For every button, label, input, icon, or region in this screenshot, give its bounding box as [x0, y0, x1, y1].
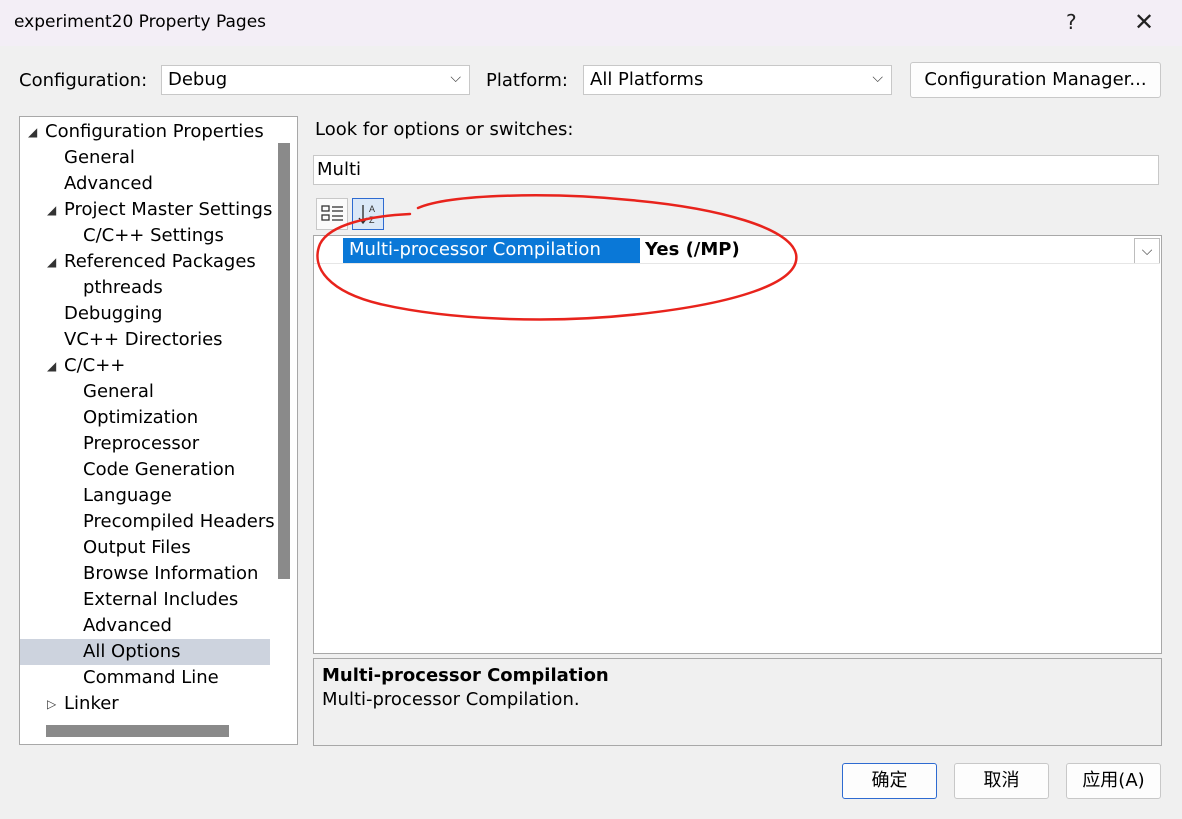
alphabetical-view-button[interactable]: A Z	[352, 198, 384, 230]
categorized-list-icon	[321, 205, 343, 221]
tree-item-label: Language	[83, 485, 172, 506]
apply-button[interactable]: 应用(A)	[1066, 763, 1161, 799]
svg-text:A: A	[369, 204, 375, 214]
svg-text:Z: Z	[369, 215, 375, 225]
platform-value: All Platforms	[590, 69, 704, 90]
cancel-button[interactable]: 取消	[954, 763, 1049, 799]
tree-item-label: Configuration Properties	[45, 121, 264, 142]
description-panel: Multi-processor Compilation Multi-proces…	[313, 658, 1162, 746]
tree-item-label: C/C++	[64, 355, 126, 376]
tree-item-label: Referenced Packages	[64, 251, 256, 272]
tree-item-label: Output Files	[83, 537, 191, 558]
tree-item-label: C/C++ Settings	[83, 225, 224, 246]
categorized-view-button[interactable]	[316, 198, 348, 230]
configuration-select[interactable]: Debug ⌵	[161, 65, 470, 95]
chevron-down-icon: ⌵	[872, 70, 883, 86]
grid-row-divider	[314, 263, 1160, 264]
configuration-label: Configuration:	[19, 70, 148, 91]
tree-item-label: General	[83, 381, 154, 402]
platform-label: Platform:	[486, 70, 568, 91]
window-title: experiment20 Property Pages	[14, 12, 267, 32]
expanded-arrow-icon[interactable]: ◢	[28, 119, 37, 145]
tree-item-label: Preprocessor	[83, 433, 200, 454]
ok-button[interactable]: 确定	[842, 763, 937, 799]
tree-item[interactable]: All Options	[20, 639, 270, 665]
property-grid[interactable]	[313, 235, 1162, 654]
chevron-down-icon: ⌵	[450, 70, 461, 86]
tree-item-label: VC++ Directories	[64, 329, 223, 350]
tree-item-label: pthreads	[83, 277, 163, 298]
property-value-cell[interactable]: Yes (/MP)	[645, 239, 740, 260]
configuration-manager-button[interactable]: Configuration Manager...	[910, 62, 1161, 98]
chevron-down-icon: ⌵	[1141, 243, 1153, 259]
help-button[interactable]: ?	[1066, 10, 1077, 34]
close-button[interactable]: ✕	[1134, 8, 1154, 36]
description-title: Multi-processor Compilation	[322, 665, 609, 686]
search-input[interactable]: Multi	[313, 155, 1159, 185]
tree-item-label: Debugging	[64, 303, 163, 324]
property-value-dropdown[interactable]: ⌵	[1134, 238, 1160, 264]
tree-item-label: Browse Information	[83, 563, 259, 584]
tree-item-label: Advanced	[64, 173, 153, 194]
tree-item-label: All Options	[83, 641, 181, 662]
tree-item-label: Advanced	[83, 615, 172, 636]
collapsed-arrow-icon[interactable]: ▷	[47, 691, 56, 717]
tree-item-label: Precompiled Headers	[83, 511, 275, 532]
tree-vertical-scrollbar[interactable]	[278, 143, 290, 579]
tree-item-label: Code Generation	[83, 459, 236, 480]
property-tree[interactable]: ◢ Configuration Properties General Advanced…	[19, 116, 298, 745]
expanded-arrow-icon[interactable]: ◢	[47, 353, 56, 379]
tree-item-label: General	[64, 147, 135, 168]
expanded-arrow-icon[interactable]: ◢	[47, 197, 56, 223]
search-label: Look for options or switches:	[315, 119, 574, 140]
sort-alphabetical-icon: A Z	[358, 204, 375, 225]
tree-item-label: Optimization	[83, 407, 199, 428]
tree-item-label: Project Master Settings	[64, 199, 273, 220]
expanded-arrow-icon[interactable]: ◢	[47, 249, 56, 275]
tree-item-label: Linker	[64, 693, 119, 714]
description-text: Multi-processor Compilation.	[322, 689, 580, 710]
title-bar: experiment20 Property Pages ? ✕	[0, 0, 1182, 46]
tree-horizontal-scrollbar[interactable]	[46, 725, 229, 737]
platform-select[interactable]: All Platforms ⌵	[583, 65, 892, 95]
property-name-cell[interactable]: Multi-processor Compilation	[343, 238, 640, 264]
tree-item-label: Command Line	[83, 667, 219, 688]
tree-item-label: External Includes	[83, 589, 239, 610]
configuration-value: Debug	[168, 69, 228, 90]
